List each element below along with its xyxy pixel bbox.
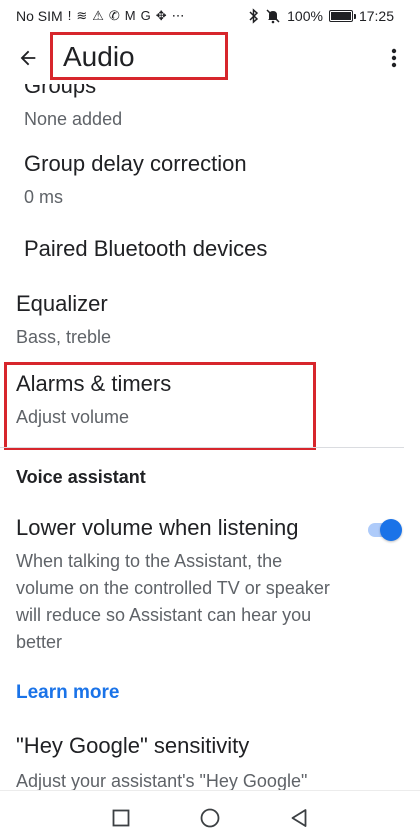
bluetooth-icon (249, 8, 259, 24)
section-divider (0, 447, 404, 448)
system-nav-bar (0, 790, 420, 840)
battery-percent: 100% (287, 8, 323, 24)
hey-google-item[interactable]: "Hey Google" sensitivity (16, 732, 420, 760)
pinwheel-icon: ✥ (155, 8, 167, 23)
hey-google-subtitle: Adjust your assistant's "Hey Google" (16, 771, 308, 790)
equalizer-title: Equalizer (16, 291, 108, 316)
status-bar-left: No SIM ! ≋ ⚠ ✆ M G ✥ ⋯ (16, 7, 185, 25)
voice-assistant-header: Voice assistant (16, 467, 146, 487)
more-options-button[interactable] (382, 44, 406, 72)
equalizer-item[interactable]: Equalizer Bass, treble (16, 290, 420, 350)
alarms-title: Alarms & timers (16, 371, 172, 396)
hey-google-title: "Hey Google" sensitivity (16, 733, 250, 758)
learn-more-link[interactable]: Learn more (16, 682, 119, 704)
title-highlight-box: Audio (50, 32, 228, 80)
sim-alert-icon: ! (67, 8, 72, 23)
recents-button[interactable] (110, 807, 132, 829)
google-icon: G (140, 8, 151, 23)
carrier-text: No SIM (16, 8, 63, 24)
more-vert-icon (391, 48, 397, 68)
back-nav-button[interactable] (288, 807, 310, 829)
home-circle-icon (200, 808, 220, 828)
groups-title: Groups (24, 84, 97, 98)
lower-volume-toggle[interactable] (366, 518, 402, 541)
lower-volume-title: Lower volume when listening (16, 515, 299, 540)
whatsapp-icon: ✆ (108, 8, 120, 23)
lower-volume-item[interactable]: Lower volume when listening (16, 514, 420, 542)
groups-item[interactable]: Groups None added (24, 84, 420, 132)
app-bar: Audio (0, 32, 420, 84)
equalizer-subtitle: Bass, treble (16, 327, 112, 347)
more-notifications-icon: ⋯ (171, 8, 185, 23)
settings-list[interactable]: Groups None added Group delay correction… (0, 84, 420, 790)
wifi-icon: ≋ (76, 8, 88, 23)
toggle-thumb (380, 519, 402, 541)
recents-square-icon (112, 809, 130, 827)
battery-icon (328, 10, 356, 22)
alarms-subtitle: Adjust volume (16, 407, 130, 427)
alarms-timers-item[interactable]: Alarms & timers Adjust volume (16, 370, 420, 430)
battery-level (330, 12, 351, 20)
paired-bluetooth-item[interactable]: Paired Bluetooth devices (24, 235, 420, 263)
status-bar: No SIM ! ≋ ⚠ ✆ M G ✥ ⋯ 100% 17:25 (0, 0, 420, 32)
lower-volume-description: When talking to the Assistant, the volum… (16, 551, 330, 652)
status-bar-right: 100% 17:25 (249, 7, 394, 25)
notification-icon: ⚠ (92, 8, 104, 23)
back-button[interactable] (14, 44, 42, 72)
paired-bluetooth-title: Paired Bluetooth devices (24, 236, 268, 261)
group-delay-item[interactable]: Group delay correction 0 ms (24, 150, 420, 210)
groups-subtitle: None added (24, 109, 123, 129)
home-button[interactable] (199, 807, 221, 829)
arrow-back-icon (20, 50, 36, 66)
group-delay-title: Group delay correction (24, 151, 247, 176)
back-triangle-icon (291, 809, 307, 827)
page-title: Audio (63, 41, 135, 72)
gmail-icon: M (124, 8, 136, 23)
clock: 17:25 (358, 8, 394, 24)
mute-bell-icon (265, 8, 281, 24)
group-delay-subtitle: 0 ms (24, 187, 64, 207)
